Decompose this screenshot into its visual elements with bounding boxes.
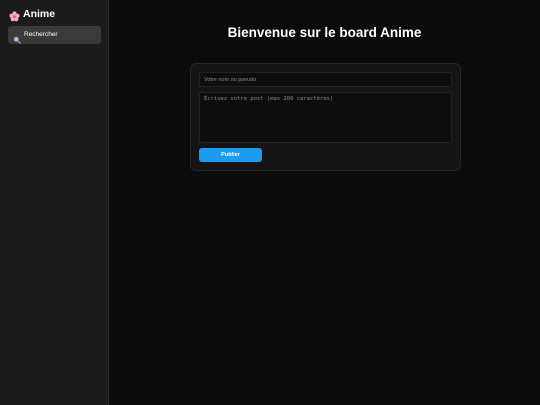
name-input[interactable] xyxy=(199,72,452,87)
app-root: Anime Rechercher Bienvenue sur le board … xyxy=(0,0,540,405)
publish-button[interactable]: Publier xyxy=(199,148,262,162)
search-button[interactable]: Rechercher xyxy=(8,26,101,44)
main-content: Bienvenue sur le board Anime Publier xyxy=(109,0,540,405)
page-title: Bienvenue sur le board Anime xyxy=(227,25,422,40)
logo-text: Anime xyxy=(23,8,56,20)
post-textarea[interactable] xyxy=(199,92,452,143)
sidebar: Anime Rechercher xyxy=(0,0,109,405)
logo[interactable]: Anime xyxy=(9,7,55,21)
cherry-blossom-icon xyxy=(9,9,20,21)
search-label: Rechercher xyxy=(24,31,58,38)
search-icon xyxy=(13,31,21,44)
post-form-card: Publier xyxy=(190,63,461,171)
